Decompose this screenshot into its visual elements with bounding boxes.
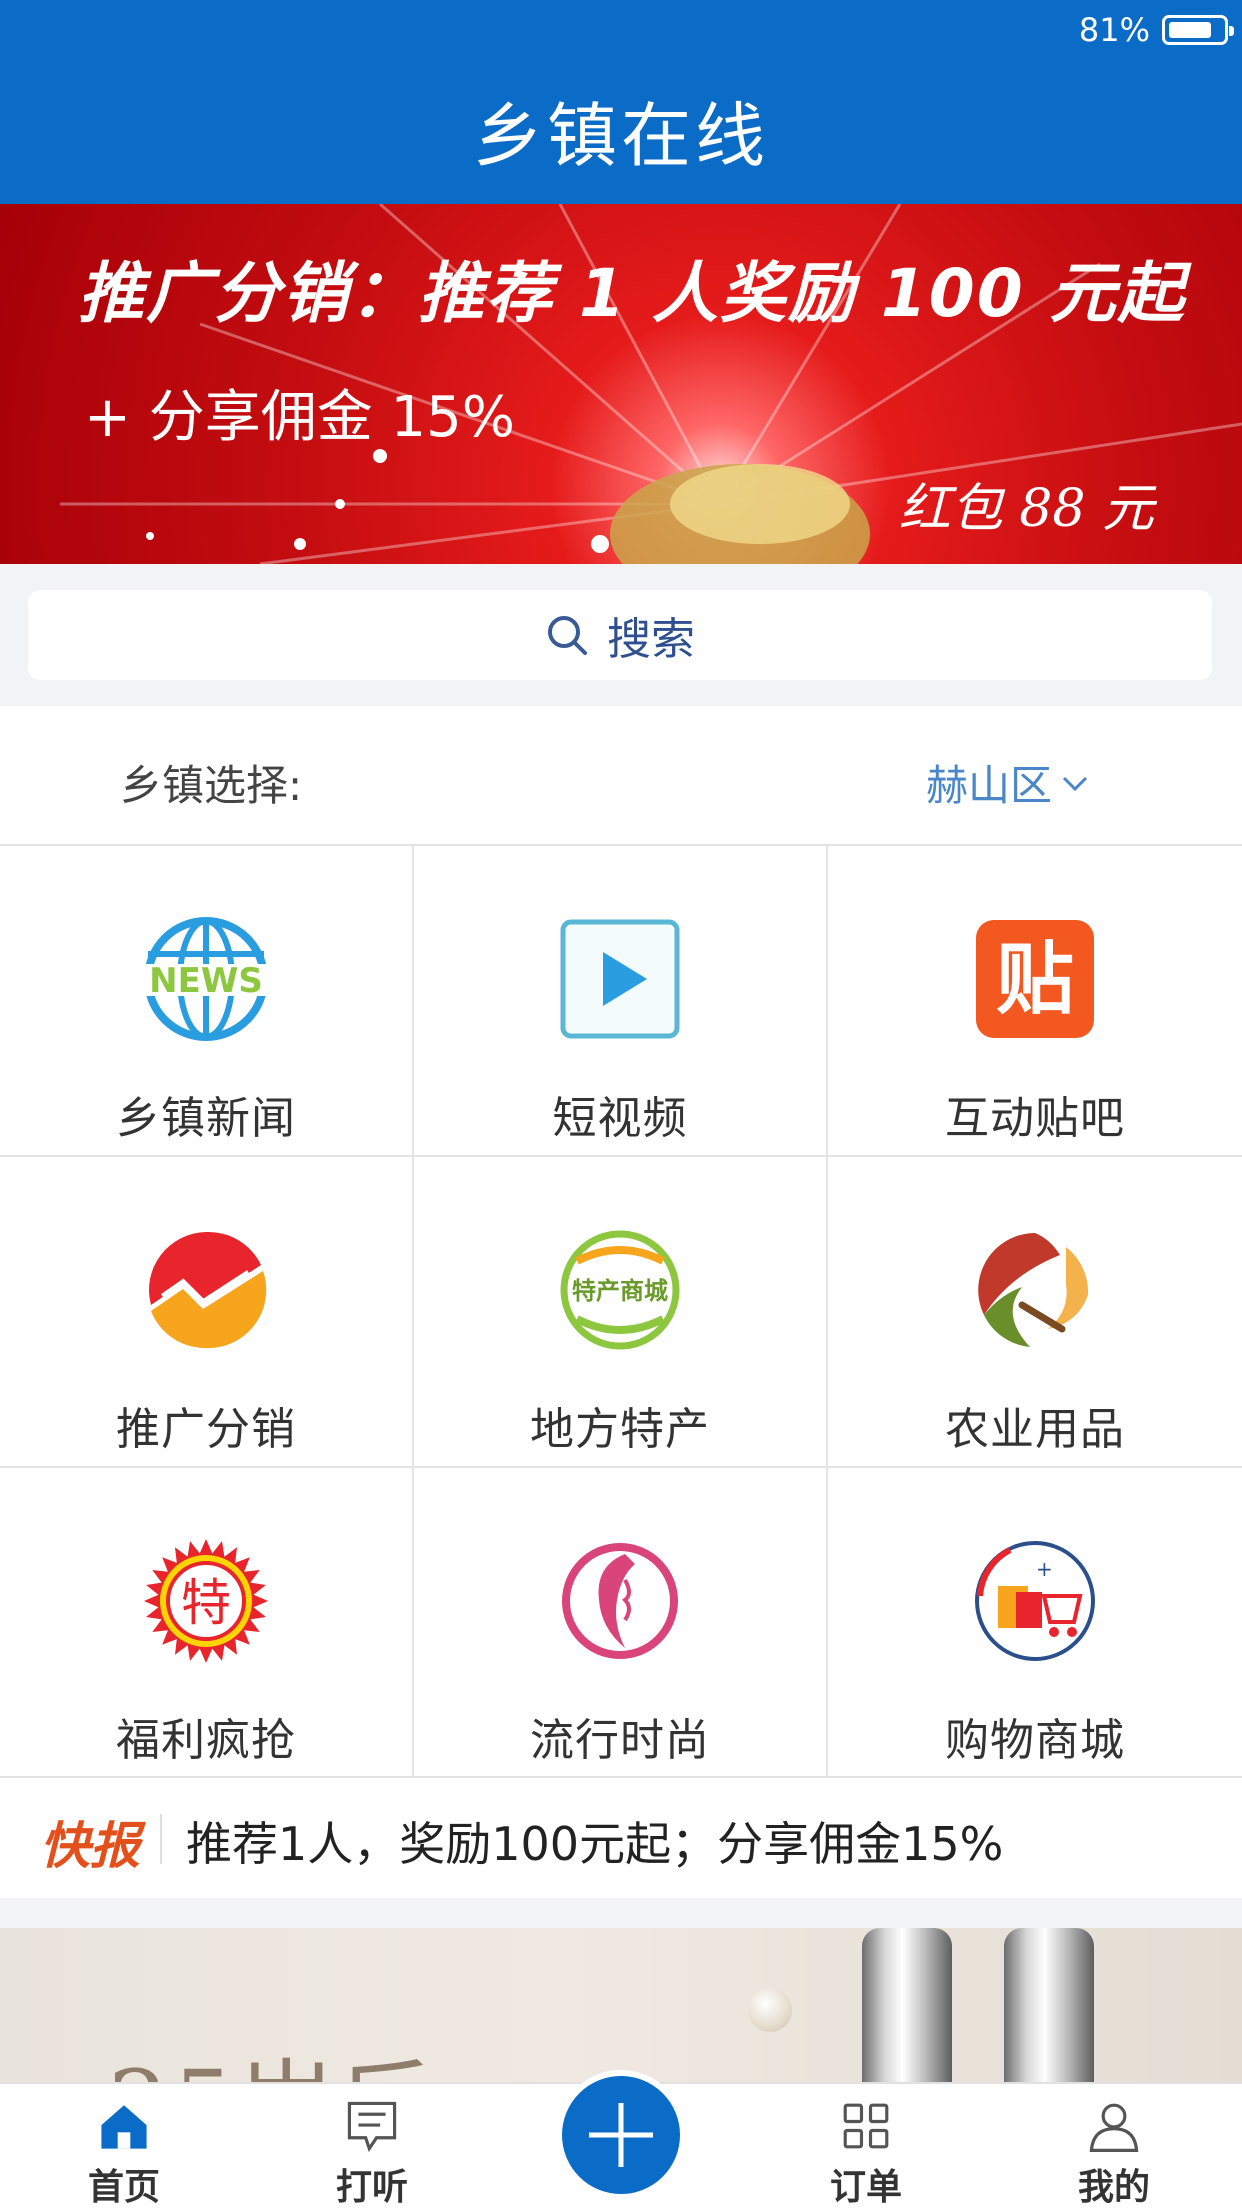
svg-text:+: + xyxy=(1036,1557,1053,1581)
tieba-icon: 贴 xyxy=(976,920,1094,1038)
battery-percent: 81% xyxy=(1078,11,1150,49)
tab-mine[interactable]: 我的 xyxy=(1014,2084,1214,2208)
grid-item-label: 推广分销 xyxy=(116,1404,296,1455)
ticker-badge: 快报 xyxy=(40,1817,140,1875)
app-header: 81% 乡镇在线 xyxy=(0,0,1242,204)
battery-icon xyxy=(1162,15,1234,45)
home-icon xyxy=(101,2105,147,2149)
grid-item-label: 福利疯抢 xyxy=(116,1715,296,1766)
tab-home[interactable]: 首页 xyxy=(24,2084,224,2208)
search-label: 搜索 xyxy=(607,614,695,665)
tab-label: 打听 xyxy=(335,2167,408,2208)
grid-icon xyxy=(843,2103,889,2149)
banner-subtitle: + 分享佣金 15% xyxy=(84,385,515,450)
distribution-icon xyxy=(149,1231,267,1349)
message-icon xyxy=(347,2101,397,2153)
news-icon-text: NEWS xyxy=(149,961,263,1001)
fashion-face-icon xyxy=(562,1543,678,1659)
feature-grid: NEWS 乡镇新闻 短视频 贴 互动贴吧 推广分销 特产商城 地方特产 农业用品… xyxy=(0,846,1242,1778)
battery-fill xyxy=(1169,22,1212,38)
tab-orders[interactable]: 订单 xyxy=(766,2084,966,2208)
plus-icon xyxy=(589,2103,653,2167)
grid-item-label: 短视频 xyxy=(552,1093,688,1144)
tab-label: 我的 xyxy=(1077,2167,1150,2208)
grid-item-local-specialty[interactable]: 特产商城 地方特产 xyxy=(414,1157,828,1468)
grid-item-label: 流行时尚 xyxy=(530,1715,710,1766)
search-input[interactable]: 搜索 xyxy=(28,590,1212,680)
grid-item-welfare-rush[interactable]: 特 福利疯抢 xyxy=(0,1468,414,1778)
grid-item-fashion[interactable]: 流行时尚 xyxy=(414,1468,828,1778)
special-sun-icon: 特 xyxy=(144,1539,268,1663)
grid-item-distribution[interactable]: 推广分销 xyxy=(0,1157,414,1468)
town-select-label: 乡镇选择: xyxy=(120,761,303,810)
shopping-cart-icon: + xyxy=(975,1541,1095,1661)
town-dropdown-value: 赫山区 xyxy=(925,761,1052,810)
grid-item-shopping-mall[interactable]: + 购物商城 xyxy=(828,1468,1242,1778)
special-icon-text: 特 xyxy=(181,1574,231,1632)
grid-item-label: 农业用品 xyxy=(945,1404,1125,1455)
grid-item-tieba[interactable]: 贴 互动贴吧 xyxy=(828,846,1242,1157)
grid-item-short-video[interactable]: 短视频 xyxy=(414,846,828,1157)
banner-red-packet: 红包 88 元 xyxy=(898,479,1154,539)
chevron-down-icon xyxy=(1062,776,1088,791)
grid-item-label: 乡镇新闻 xyxy=(116,1093,296,1144)
search-section: 搜索 xyxy=(0,564,1242,706)
town-dropdown[interactable]: 赫山区 xyxy=(926,752,1092,813)
search-icon xyxy=(548,616,587,655)
play-video-icon xyxy=(560,919,680,1039)
grid-item-agriculture[interactable]: 农业用品 xyxy=(828,1157,1242,1468)
grid-item-label: 互动贴吧 xyxy=(945,1093,1125,1144)
app-root: 81% 乡镇在线 推广分销：推荐 1 人奖励 100 元起 + 分享佣金 15%… xyxy=(0,0,1242,2208)
ticker-text: 推荐1人，奖励100元起；分享佣金15% xyxy=(186,1817,1004,1871)
user-icon xyxy=(1089,2103,1139,2152)
agriculture-icon xyxy=(978,1233,1089,1347)
ticker-divider xyxy=(160,1814,162,1864)
tab-inquire[interactable]: 打听 xyxy=(272,2084,472,2208)
tab-label: 订单 xyxy=(829,2167,902,2208)
town-selector: 乡镇选择: 赫山区 xyxy=(0,706,1242,846)
tab-label: 首页 xyxy=(87,2167,160,2208)
specialty-mall-icon: 特产商城 xyxy=(560,1230,680,1350)
banner-title: 推广分销：推荐 1 人奖励 100 元起 xyxy=(78,255,1186,332)
add-post-button[interactable] xyxy=(556,2070,686,2200)
promo-banner[interactable]: 推广分销：推荐 1 人奖励 100 元起 + 分享佣金 15% 红包 88 元 xyxy=(0,204,1242,564)
grid-item-town-news[interactable]: NEWS 乡镇新闻 xyxy=(0,846,414,1157)
news-globe-icon: NEWS xyxy=(143,917,269,1041)
tieba-icon-text: 贴 xyxy=(996,935,1074,1025)
bottom-tab-bar: 首页 打听 订单 我的 xyxy=(0,2070,1242,2208)
page-title: 乡镇在线 xyxy=(473,95,769,177)
status-bar: 81% xyxy=(1078,11,1234,49)
news-ticker[interactable]: 快报 推荐1人，奖励100元起；分享佣金15% xyxy=(0,1778,1242,1898)
grid-item-label: 地方特产 xyxy=(530,1404,710,1455)
grid-item-label: 购物商城 xyxy=(945,1715,1125,1766)
specialty-icon-text: 特产商城 xyxy=(572,1277,668,1305)
pearl-image xyxy=(748,1988,792,2032)
